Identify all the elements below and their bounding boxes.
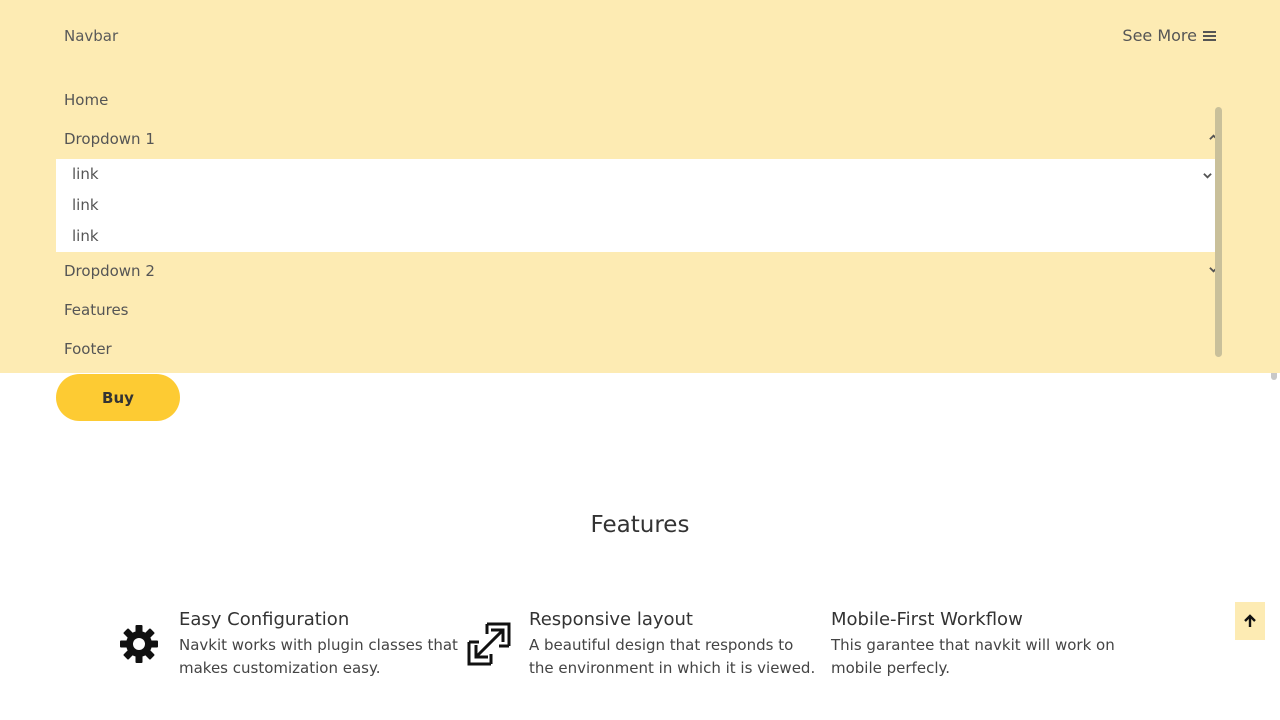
gear-icon xyxy=(120,625,158,663)
feature-heading: Mobile-First Workflow xyxy=(831,609,1023,630)
menu-item-label: Home xyxy=(64,91,109,109)
menu-item-features[interactable]: Features xyxy=(64,301,1218,319)
feature-text-line: makes customization easy. xyxy=(179,659,381,677)
dropdown-link[interactable]: link xyxy=(72,227,99,245)
feature-text-line: mobile perfecly. xyxy=(831,659,950,677)
feature-text: This garantee that navkit will work on m… xyxy=(831,634,1115,680)
menu-item-dropdown-1[interactable]: Dropdown 1 xyxy=(64,130,1218,148)
navbar-brand[interactable]: Navbar xyxy=(64,27,118,45)
menu-item-footer[interactable]: Footer xyxy=(64,340,1218,358)
feature-text-line: This garantee that navkit will work on xyxy=(831,636,1115,654)
dropdown-link[interactable]: link xyxy=(72,196,99,214)
scroll-to-top-button[interactable] xyxy=(1235,602,1265,640)
menu-item-dropdown-2[interactable]: Dropdown 2 xyxy=(64,262,1218,280)
chevron-down-icon[interactable] xyxy=(1203,171,1212,180)
menu-item-label: Footer xyxy=(64,340,112,358)
menu-item-label: Dropdown 1 xyxy=(64,130,155,148)
hamburger-icon xyxy=(1203,30,1216,42)
feature-heading: Responsive layout xyxy=(529,609,693,630)
menu-scrollbar[interactable] xyxy=(1215,107,1222,357)
feature-text: Navkit works with plugin classes that ma… xyxy=(179,634,458,680)
dropdown-link[interactable]: link xyxy=(72,165,99,183)
buy-button[interactable]: Buy xyxy=(56,374,180,421)
navbar: Navbar See More Home Dropdown 1 link lin… xyxy=(0,0,1280,373)
see-more-button[interactable]: See More xyxy=(1122,26,1216,45)
feature-heading: Easy Configuration xyxy=(179,609,350,630)
feature-text-line: A beautiful design that responds to xyxy=(529,636,794,654)
features-title: Features xyxy=(590,512,690,538)
menu-item-label: Features xyxy=(64,301,129,319)
dropdown-1-menu: link link link xyxy=(56,159,1222,252)
menu-item-label: Dropdown 2 xyxy=(64,262,155,280)
arrow-up-icon xyxy=(1244,614,1256,627)
expand-icon xyxy=(467,622,511,666)
feature-text-line: Navkit works with plugin classes that xyxy=(179,636,458,654)
see-more-label: See More xyxy=(1122,26,1197,45)
menu-item-home[interactable]: Home xyxy=(64,91,1218,109)
feature-text-line: the environment in which it is viewed. xyxy=(529,659,816,677)
feature-text: A beautiful design that responds to the … xyxy=(529,634,815,680)
